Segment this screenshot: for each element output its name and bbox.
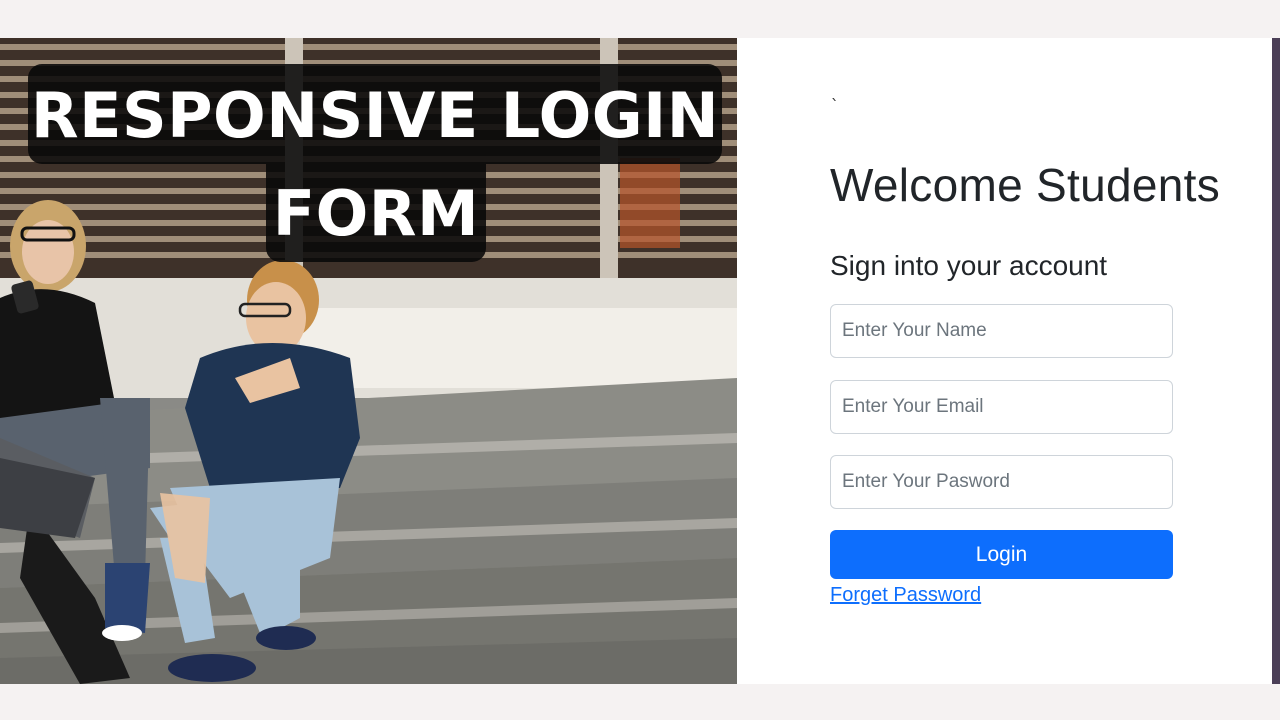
- stray-mark: `: [830, 96, 840, 115]
- login-button[interactable]: Login: [830, 530, 1173, 579]
- email-input[interactable]: [830, 380, 1173, 434]
- welcome-title: Welcome Students: [830, 159, 1221, 211]
- page-frame: RESPONSIVE LOGIN FORM ` Welcome Students…: [0, 0, 1280, 720]
- sign-in-subtitle: Sign into your account: [830, 250, 1108, 281]
- banner-title-line-2: FORM: [266, 164, 486, 262]
- banner-title-line-1: RESPONSIVE LOGIN: [28, 64, 722, 164]
- window-edge: [1272, 38, 1280, 684]
- name-input[interactable]: [830, 304, 1173, 358]
- password-input[interactable]: [830, 455, 1173, 509]
- forget-password-link[interactable]: Forget Password: [830, 584, 981, 607]
- login-panel: ` Welcome Students Sign into your accoun…: [737, 38, 1272, 684]
